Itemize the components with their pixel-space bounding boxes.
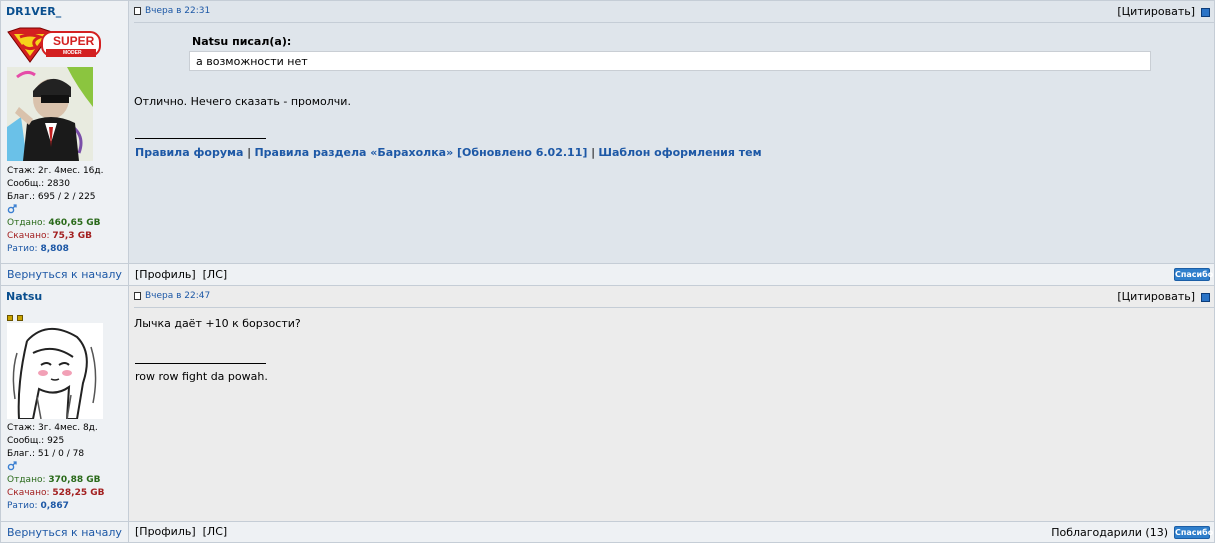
- post-text: Отлично. Нечего сказать - промолчи.: [134, 95, 351, 108]
- stat-stazh: Стаж: 2г. 4мес. 16д.: [7, 166, 104, 176]
- post-icon: [134, 6, 141, 15]
- avatar[interactable]: [7, 323, 103, 419]
- signature-divider: [135, 363, 266, 364]
- stat-messages: Сообщ.: 2830: [7, 179, 70, 189]
- rank-badge-sub: MODER: [63, 50, 82, 56]
- stat-uploaded: Отдано: 460,65 GB: [7, 218, 101, 228]
- author-panel: DR1VER_ SUPER MODER Стаж: 2г. 4мес. 16д.…: [1, 1, 128, 263]
- stat-stazh: Стаж: 3г. 4мес. 8д.: [7, 423, 98, 433]
- quote-box: а возможности нет: [189, 51, 1151, 71]
- post-body: Вчера в 22:47 [Цитировать] Лычка даёт +1…: [129, 286, 1214, 521]
- stat-ratio: Ратио: 8,808: [7, 244, 69, 254]
- forum-thread: DR1VER_ SUPER MODER Стаж: 2г. 4мес. 16д.…: [0, 0, 1215, 543]
- post-footer: Вернуться к началу [Профиль] [ЛС] Спасиб…: [1, 264, 1214, 285]
- sig-link-forum-rules[interactable]: Правила форума: [135, 146, 243, 159]
- footer-links: [Профиль] [ЛС]: [135, 268, 227, 281]
- stat-downloaded: Скачано: 528,25 GB: [7, 488, 105, 498]
- post-text: Лычка даёт +10 к борзости?: [134, 317, 301, 330]
- divider: [134, 307, 1214, 308]
- author-stats: Стаж: 2г. 4мес. 16д. Сообщ.: 2830 Благ.:…: [7, 165, 103, 256]
- divider: [134, 22, 1214, 23]
- gender-male-icon: [7, 461, 104, 474]
- footer-left-cell: Вернуться к началу: [1, 522, 128, 542]
- stat-downloaded: Скачано: 75,3 GB: [7, 231, 92, 241]
- post-footer: Вернуться к началу [Профиль] [ЛС] Поблаг…: [1, 522, 1214, 542]
- signature-text: row row fight da powah.: [135, 370, 268, 383]
- post-date[interactable]: Вчера в 22:31: [134, 6, 210, 16]
- stat-thanks: Благ.: 695 / 2 / 225: [7, 192, 96, 202]
- post-body: Вчера в 22:31 [Цитировать] Natsu писал(а…: [129, 1, 1214, 263]
- thanked-count[interactable]: Поблагодарили (13): [1051, 526, 1168, 539]
- signature-links: Правила форума | Правила раздела «Барахо…: [135, 146, 762, 159]
- profile-link[interactable]: [Профиль]: [135, 525, 196, 538]
- stat-thanks: Благ.: 51 / 0 / 78: [7, 449, 85, 459]
- post-icon: [134, 291, 141, 300]
- author-nick[interactable]: DR1VER_: [6, 5, 61, 18]
- footer-left-cell: Вернуться к началу: [1, 264, 128, 285]
- post-row: DR1VER_ SUPER MODER Стаж: 2г. 4мес. 16д.…: [1, 1, 1214, 263]
- avatar[interactable]: [7, 67, 93, 161]
- back-to-top-link[interactable]: Вернуться к началу: [7, 268, 122, 281]
- gender-male-icon: [7, 204, 103, 217]
- sig-link-template[interactable]: Шаблон оформления тем: [598, 146, 761, 159]
- rank-badge-text: SUPER: [53, 34, 95, 48]
- footer-right-cell: [Профиль] [ЛС] Спасибо: [129, 264, 1214, 285]
- quote-author: Natsu писал(а):: [192, 35, 292, 48]
- quote-button[interactable]: [Цитировать]: [1117, 5, 1210, 18]
- rank-badge-icon: SUPER MODER: [6, 27, 102, 63]
- sig-link-section-rules[interactable]: Правила раздела «Барахолка» [Обновлено 6…: [254, 146, 587, 159]
- square-icon: [1201, 292, 1210, 302]
- profile-link[interactable]: [Профиль]: [135, 268, 196, 281]
- author-stats: Стаж: 3г. 4мес. 8д. Сообщ.: 925 Благ.: 5…: [7, 422, 104, 513]
- footer-links: [Профиль] [ЛС]: [135, 525, 227, 538]
- signature-divider: [135, 138, 266, 139]
- author-nick[interactable]: Natsu: [6, 290, 42, 303]
- footer-right-cell: [Профиль] [ЛС] Поблагодарили (13) Спасиб…: [129, 522, 1214, 542]
- thanks-button[interactable]: Спасибо: [1174, 526, 1213, 539]
- stat-messages: Сообщ.: 925: [7, 436, 65, 446]
- pm-link[interactable]: [ЛС]: [203, 525, 228, 538]
- back-to-top-link[interactable]: Вернуться к началу: [7, 526, 122, 539]
- thanks-button[interactable]: Спасибо: [1174, 268, 1213, 281]
- square-icon: [1201, 7, 1210, 17]
- post-row: Natsu Стаж: 3г. 4мес. 8д. Сообщ.: 925 Бл…: [1, 286, 1214, 521]
- post-date[interactable]: Вчера в 22:47: [134, 291, 210, 301]
- pm-link[interactable]: [ЛС]: [203, 268, 228, 281]
- stat-uploaded: Отдано: 370,88 GB: [7, 475, 101, 485]
- quote-button[interactable]: [Цитировать]: [1117, 290, 1210, 303]
- author-panel: Natsu Стаж: 3г. 4мес. 8д. Сообщ.: 925 Бл…: [1, 286, 128, 521]
- stat-ratio: Ратио: 0,867: [7, 501, 69, 511]
